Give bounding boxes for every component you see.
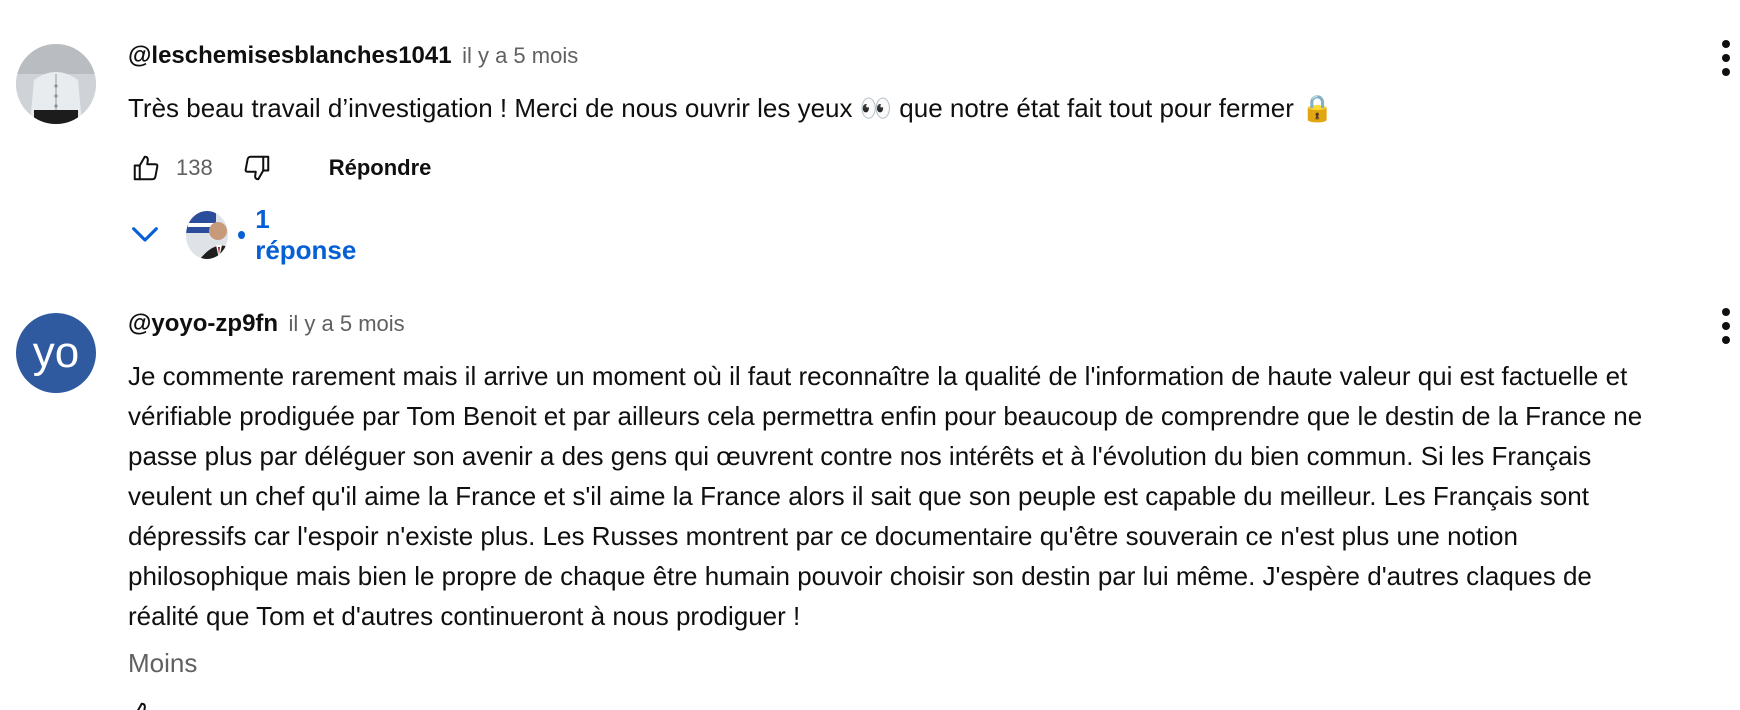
comment-text-line: dépressifs car l'espoir n'existe plus. L…	[128, 521, 1518, 551]
avatar[interactable]	[16, 44, 96, 124]
thumbs-up-icon[interactable]	[128, 150, 164, 186]
reply-author-avatar	[186, 211, 229, 259]
chevron-down-icon	[128, 216, 162, 255]
show-less-button[interactable]: Moins	[128, 648, 197, 679]
view-replies-button[interactable]: 1 réponse	[128, 204, 363, 265]
timestamp[interactable]: il y a 5 mois	[289, 311, 405, 336]
timestamp[interactable]: il y a 5 mois	[462, 43, 578, 68]
comment-actions: 138 Répondre	[128, 148, 431, 188]
author-name[interactable]: @leschemisesblanches1041	[128, 42, 452, 69]
replies-count: 1 réponse	[255, 204, 357, 265]
comment-text-line: vérifiable prodiguée par Tom Benoit et p…	[128, 401, 1643, 431]
reply-button[interactable]: Répondre	[329, 155, 432, 181]
comment-text-line: veulent un chef qu'il aime la France et …	[128, 481, 1589, 511]
comment-text: Je commente rarement mais il arrive un m…	[128, 356, 1642, 636]
thumbs-up-icon[interactable]	[128, 700, 158, 710]
author-name[interactable]: @yoyo-zp9fn	[128, 310, 278, 337]
separator-dot	[238, 231, 246, 239]
more-vert-icon[interactable]	[1712, 40, 1740, 80]
comment-text-line: passe plus par déléguer son avenir a des…	[128, 441, 1592, 471]
comment-text-line: Je commente rarement mais il arrive un m…	[128, 361, 1628, 391]
avatar[interactable]: yo	[16, 313, 96, 393]
comment-text: Très beau travail d’investigation ! Merc…	[128, 93, 1334, 123]
comment-text-line: philosophique mais bien le propre de cha…	[128, 561, 1592, 591]
more-vert-icon[interactable]	[1712, 308, 1740, 348]
like-count: 138	[176, 155, 213, 180]
comment-header: @leschemisesblanches1041 il y a 5 mois	[128, 42, 578, 70]
thumbs-down-icon[interactable]	[239, 150, 275, 186]
comment-header: @yoyo-zp9fn il y a 5 mois	[128, 310, 405, 338]
comments-section: @leschemisesblanches1041 il y a 5 mois T…	[0, 0, 1740, 710]
comment-text-line: réalité que Tom et d'autres continueront…	[128, 601, 801, 631]
